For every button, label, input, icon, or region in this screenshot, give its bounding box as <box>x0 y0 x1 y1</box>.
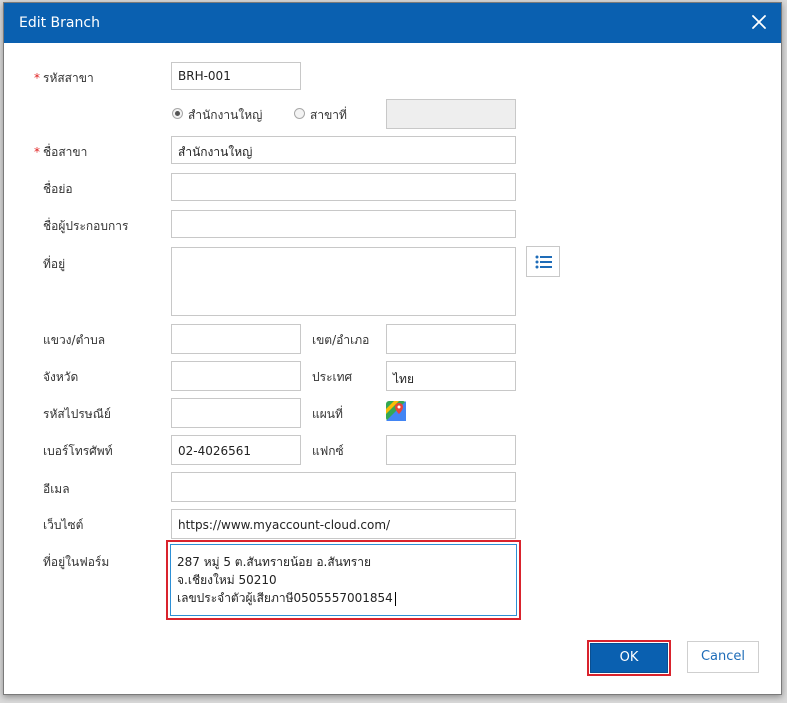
dialog-titlebar: Edit Branch <box>4 3 781 43</box>
subdistrict-label: แขวง/ตำบล <box>43 333 106 347</box>
province-label: จังหวัด <box>43 370 79 384</box>
fax-label: แฟกซ์ <box>312 444 344 458</box>
form-address-line-1: 287 หมู่ 5 ต.สันทรายน้อย อ.สันทราย <box>177 555 371 569</box>
subdistrict-input[interactable] <box>171 324 301 354</box>
required-mark: * <box>34 71 40 85</box>
form-address-label: ที่อยู่ในฟอร์ม <box>43 555 110 569</box>
close-icon[interactable] <box>751 14 767 30</box>
postal-code-label: รหัสไปรษณีย์ <box>43 407 111 421</box>
short-name-input[interactable] <box>171 173 516 201</box>
form-address-line-2: จ.เชียงใหม่ 50210 <box>177 573 277 587</box>
postal-code-input[interactable] <box>171 398 301 428</box>
phone-label: เบอร์โทรศัพท์ <box>43 444 113 458</box>
branch-name-input[interactable]: สำนักงานใหญ่ <box>171 136 516 164</box>
address-label: ที่อยู่ <box>43 257 66 271</box>
province-input[interactable] <box>171 361 301 391</box>
address-list-button[interactable] <box>526 246 560 277</box>
text-caret <box>394 591 396 606</box>
address-textarea[interactable] <box>171 247 516 316</box>
form-address-line-3: เลขประจำตัวผู้เสียภาษี0505557001854 <box>177 589 510 607</box>
phone-input[interactable]: 02-4026561 <box>171 435 301 465</box>
email-label: อีเมล <box>43 482 70 496</box>
head-office-radio[interactable] <box>172 108 183 119</box>
operator-name-input[interactable] <box>171 210 516 238</box>
email-input[interactable] <box>171 472 516 502</box>
dialog-title: Edit Branch <box>19 15 100 31</box>
operator-name-label: ชื่อผู้ประกอบการ <box>43 219 129 233</box>
branch-code-input[interactable]: BRH-001 <box>171 62 301 90</box>
cancel-button[interactable]: Cancel <box>687 641 759 673</box>
short-name-label: ชื่อย่อ <box>43 182 73 196</box>
google-maps-icon[interactable] <box>386 401 406 421</box>
map-label: แผนที่ <box>312 407 343 421</box>
branch-code-label: * รหัสสาขา <box>34 71 94 85</box>
branch-no-label: สาขาที่ <box>310 108 347 122</box>
district-input[interactable] <box>386 324 516 354</box>
branch-number-input[interactable] <box>386 99 516 129</box>
website-label: เว็บไซต์ <box>43 518 84 532</box>
district-label: เขต/อำเภอ <box>312 333 370 347</box>
branch-no-radio[interactable] <box>294 108 305 119</box>
website-input[interactable]: https://www.myaccount-cloud.com/ <box>171 509 516 539</box>
form-address-textarea[interactable]: 287 หมู่ 5 ต.สันทรายน้อย อ.สันทราย จ.เชี… <box>170 544 517 616</box>
fax-input[interactable] <box>386 435 516 465</box>
country-label: ประเทศ <box>312 370 353 384</box>
head-office-label: สำนักงานใหญ่ <box>188 108 263 122</box>
branch-name-label: * ชื่อสาขา <box>34 145 88 159</box>
list-icon <box>535 255 553 273</box>
country-input[interactable]: ไทย <box>386 361 516 391</box>
ok-button[interactable]: OK <box>590 643 668 673</box>
